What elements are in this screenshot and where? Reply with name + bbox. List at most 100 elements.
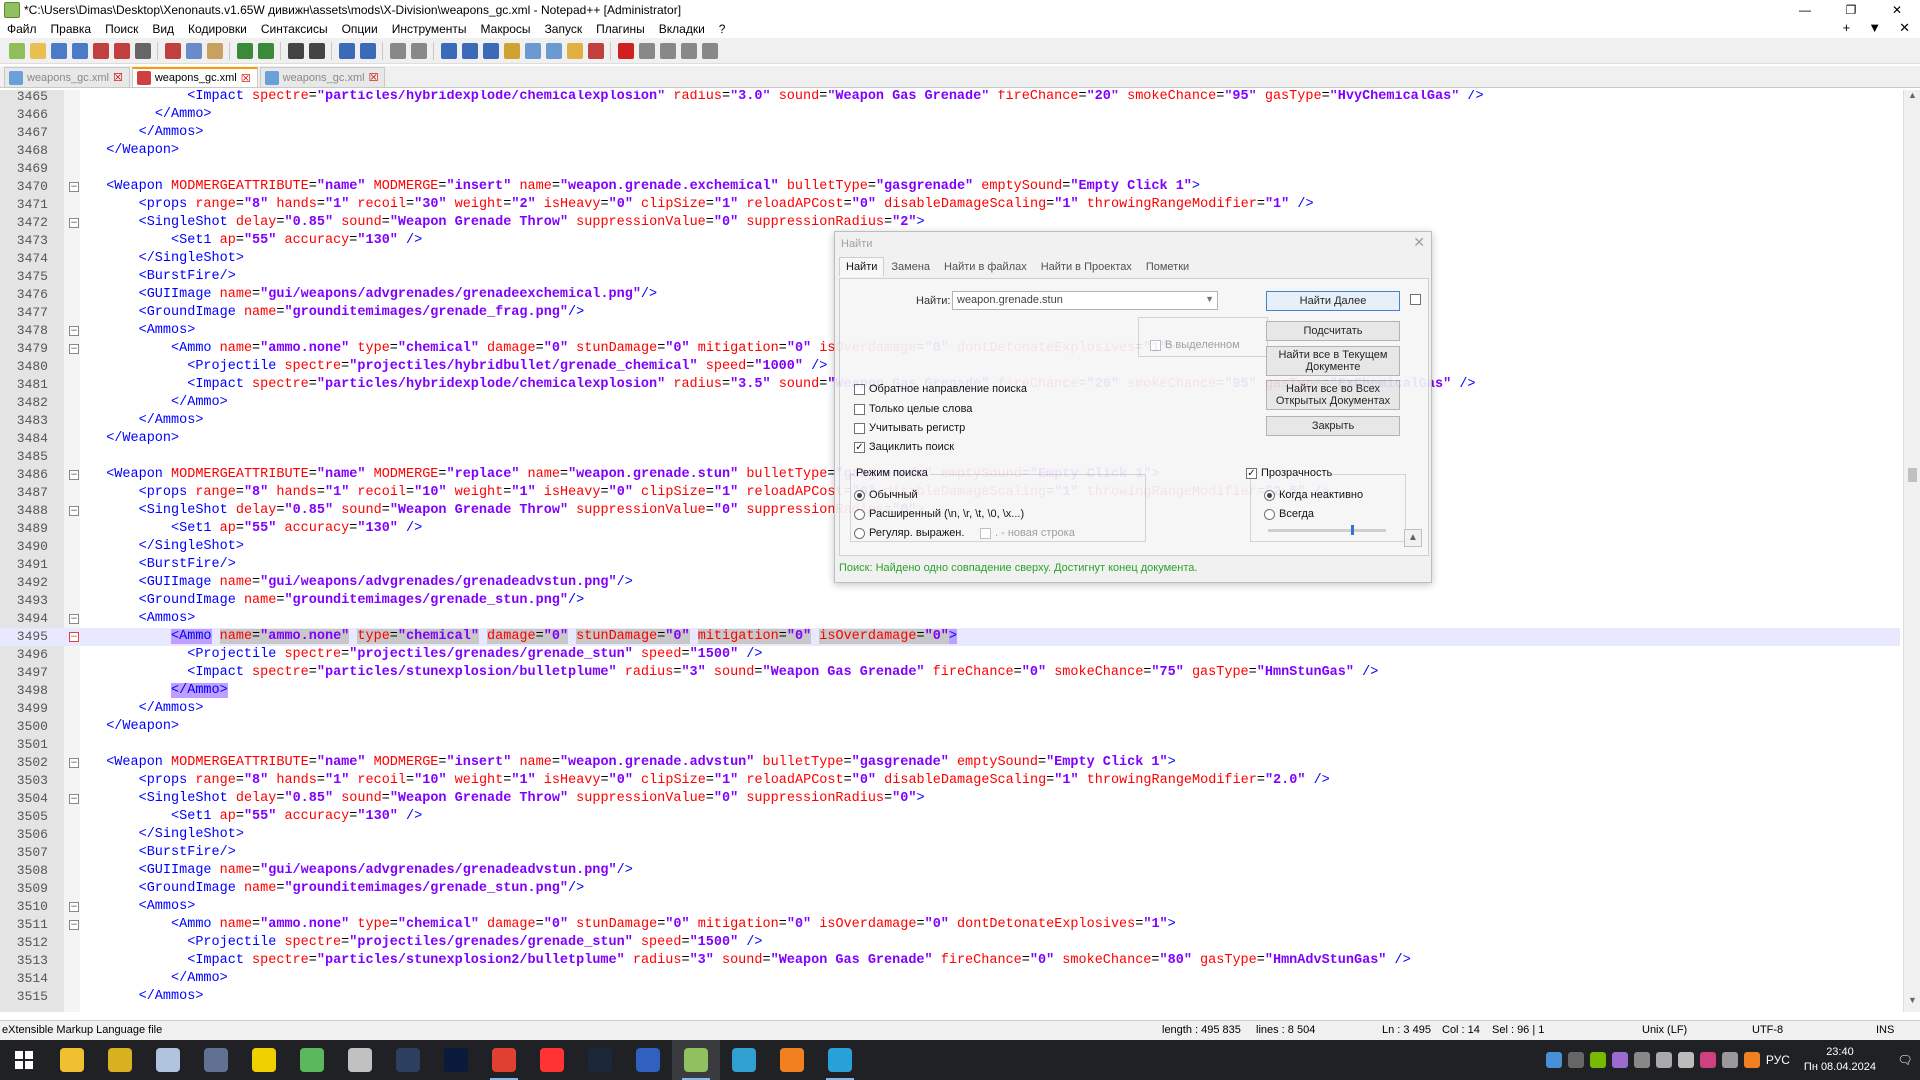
taskbar-chrome-button[interactable] [480, 1040, 528, 1080]
scroll-up-icon[interactable]: ▲ [1904, 90, 1920, 107]
notifications-icon[interactable]: 🗨 [1890, 1040, 1920, 1080]
usb-icon[interactable] [1633, 1052, 1650, 1068]
taskbar-cloud-button[interactable] [768, 1040, 816, 1080]
cut-icon[interactable] [164, 42, 181, 59]
transparency-slider[interactable] [1268, 525, 1386, 535]
fold-toggle-icon[interactable]: − [69, 632, 79, 642]
line-code[interactable]: <Ammo name="ammo.none" type="chemical" d… [90, 628, 958, 646]
fold-toggle-icon[interactable]: − [69, 614, 79, 624]
new-tab-button[interactable]: + [1843, 20, 1851, 36]
taskbar-plane-button[interactable] [336, 1040, 384, 1080]
code-line[interactable]: 3510 <Ammos> [0, 898, 1900, 916]
taskbar-lightroom-button[interactable] [384, 1040, 432, 1080]
tray-app-icon[interactable] [1611, 1052, 1628, 1068]
code-line[interactable]: 3497 <Impact spectre="particles/stunexpl… [0, 664, 1900, 682]
all-chars-icon[interactable] [461, 42, 478, 59]
taskbar-utorrent-button[interactable] [288, 1040, 336, 1080]
line-code[interactable]: <GroundImage name="grounditemimages/gren… [90, 880, 585, 898]
start-button[interactable] [0, 1040, 48, 1080]
record-macro-icon[interactable] [617, 42, 634, 59]
transparency-checkbox[interactable]: ✓ Прозрачность [1246, 467, 1333, 479]
menu-window[interactable]: Вкладки [652, 22, 712, 36]
fold-toggle-icon[interactable]: − [69, 794, 79, 804]
taskbar-game-folder-button[interactable] [96, 1040, 144, 1080]
taskbar-file-explorer-button[interactable] [48, 1040, 96, 1080]
count-button[interactable]: Подсчитать [1266, 321, 1400, 341]
udl-icon[interactable] [503, 42, 520, 59]
find-next-button[interactable]: Найти Далее [1266, 291, 1400, 311]
undo-icon[interactable] [236, 42, 253, 59]
code-line[interactable]: 3514 </Ammo> [0, 970, 1900, 988]
line-code[interactable]: <BurstFire/> [90, 844, 236, 862]
taskbar-photoshop-button[interactable] [432, 1040, 480, 1080]
line-code[interactable]: <BurstFire/> [90, 268, 236, 286]
line-code[interactable]: </Weapon> [90, 718, 179, 736]
scroll-down-icon[interactable]: ▼ [1904, 995, 1920, 1012]
line-code[interactable]: <Projectile spectre="projectiles/grenade… [90, 646, 762, 664]
code-line[interactable]: 3503 <props range="8" hands="1" recoil="… [0, 772, 1900, 790]
line-code[interactable]: <SingleShot delay="0.85" sound="Weapon G… [90, 502, 925, 520]
save-macro-icon[interactable] [701, 42, 718, 59]
eol-format[interactable]: Unix (LF) [1642, 1024, 1687, 1036]
fold-toggle-icon[interactable]: − [69, 470, 79, 480]
code-line[interactable]: 3504 <SingleShot delay="0.85" sound="Wea… [0, 790, 1900, 808]
code-line[interactable]: 3466 </Ammo> [0, 106, 1900, 124]
line-code[interactable]: <Ammos> [90, 322, 196, 340]
zoom-in-icon[interactable] [338, 42, 355, 59]
fold-toggle-icon[interactable]: − [69, 758, 79, 768]
code-line[interactable]: 3494 <Ammos> [0, 610, 1900, 628]
code-line[interactable]: 3502 <Weapon MODMERGEATTRIBUTE="name" MO… [0, 754, 1900, 772]
line-code[interactable]: <GUIImage name="gui/weapons/advgrenades/… [90, 286, 658, 304]
fold-toggle-icon[interactable]: − [69, 344, 79, 354]
tray-app-icon[interactable] [1545, 1052, 1562, 1068]
minimize-button[interactable]: — [1782, 0, 1828, 20]
taskbar-alpha-button[interactable] [240, 1040, 288, 1080]
menu-macro[interactable]: Макросы [474, 22, 538, 36]
menu-plugins[interactable]: Плагины [589, 22, 652, 36]
play-multi-macro-icon[interactable] [680, 42, 697, 59]
find-icon[interactable] [287, 42, 304, 59]
taskbar-notepadpp-button[interactable] [672, 1040, 720, 1080]
find-all-open-button[interactable]: Найти все во Всех Открытых Документах [1266, 380, 1400, 410]
code-line[interactable]: 3499 </Ammos> [0, 700, 1900, 718]
insert-mode[interactable]: INS [1876, 1024, 1894, 1036]
save-all-icon[interactable] [71, 42, 88, 59]
code-line[interactable]: 3469 [0, 160, 1900, 178]
taskbar-telegram-button[interactable] [816, 1040, 864, 1080]
save-icon[interactable] [50, 42, 67, 59]
slider-knob[interactable] [1351, 525, 1354, 535]
code-line[interactable]: 3468 </Weapon> [0, 142, 1900, 160]
line-code[interactable]: </Ammo> [90, 682, 228, 700]
print-icon[interactable] [134, 42, 151, 59]
line-code[interactable]: <Projectile spectre="projectiles/hybridb… [90, 358, 827, 376]
nvidia-icon[interactable] [1589, 1052, 1606, 1068]
line-code[interactable]: </SingleShot> [90, 826, 244, 844]
code-line[interactable]: 3470 <Weapon MODMERGEATTRIBUTE="name" MO… [0, 178, 1900, 196]
collapse-dialog-icon[interactable]: ▲ [1404, 529, 1422, 547]
taskbar-xenonauts-button[interactable] [192, 1040, 240, 1080]
redo-icon[interactable] [257, 42, 274, 59]
tab-find[interactable]: Найти [839, 257, 885, 277]
tab-mark[interactable]: Пометки [1139, 257, 1196, 277]
line-code[interactable]: </Ammos> [90, 412, 204, 430]
taskbar-cube-app-button[interactable] [720, 1040, 768, 1080]
in-selection-checkbox[interactable]: В выделенном [1150, 339, 1240, 351]
line-code[interactable]: <Set1 ap="55" accuracy="130" /> [90, 520, 422, 538]
find-input[interactable]: weapon.grenade.stun ▼ [952, 291, 1218, 310]
close-all-icon[interactable] [113, 42, 130, 59]
tab-find-in-files[interactable]: Найти в файлах [937, 257, 1034, 277]
paste-icon[interactable] [206, 42, 223, 59]
code-line[interactable]: 3506 </SingleShot> [0, 826, 1900, 844]
line-code[interactable]: </Ammo> [90, 970, 228, 988]
tab-weapons-gc-3[interactable]: weapons_gc.xml ☒ [259, 67, 386, 87]
line-code[interactable]: </Ammos> [90, 124, 204, 142]
match-case-checkbox[interactable]: Учитывать регистр [854, 422, 965, 434]
fold-toggle-icon[interactable]: − [69, 506, 79, 516]
line-code[interactable]: <props range="8" hands="1" recoil="10" w… [90, 772, 1330, 790]
menu-encoding[interactable]: Кодировки [181, 22, 254, 36]
newline-checkbox[interactable]: . - новая строка [980, 527, 1075, 539]
code-line[interactable]: 3508 <GUIImage name="gui/weapons/advgren… [0, 862, 1900, 880]
line-code[interactable]: <Ammo name="ammo.none" type="chemical" d… [90, 916, 1176, 934]
code-line[interactable]: 3507 <BurstFire/> [0, 844, 1900, 862]
play-macro-icon[interactable] [659, 42, 676, 59]
